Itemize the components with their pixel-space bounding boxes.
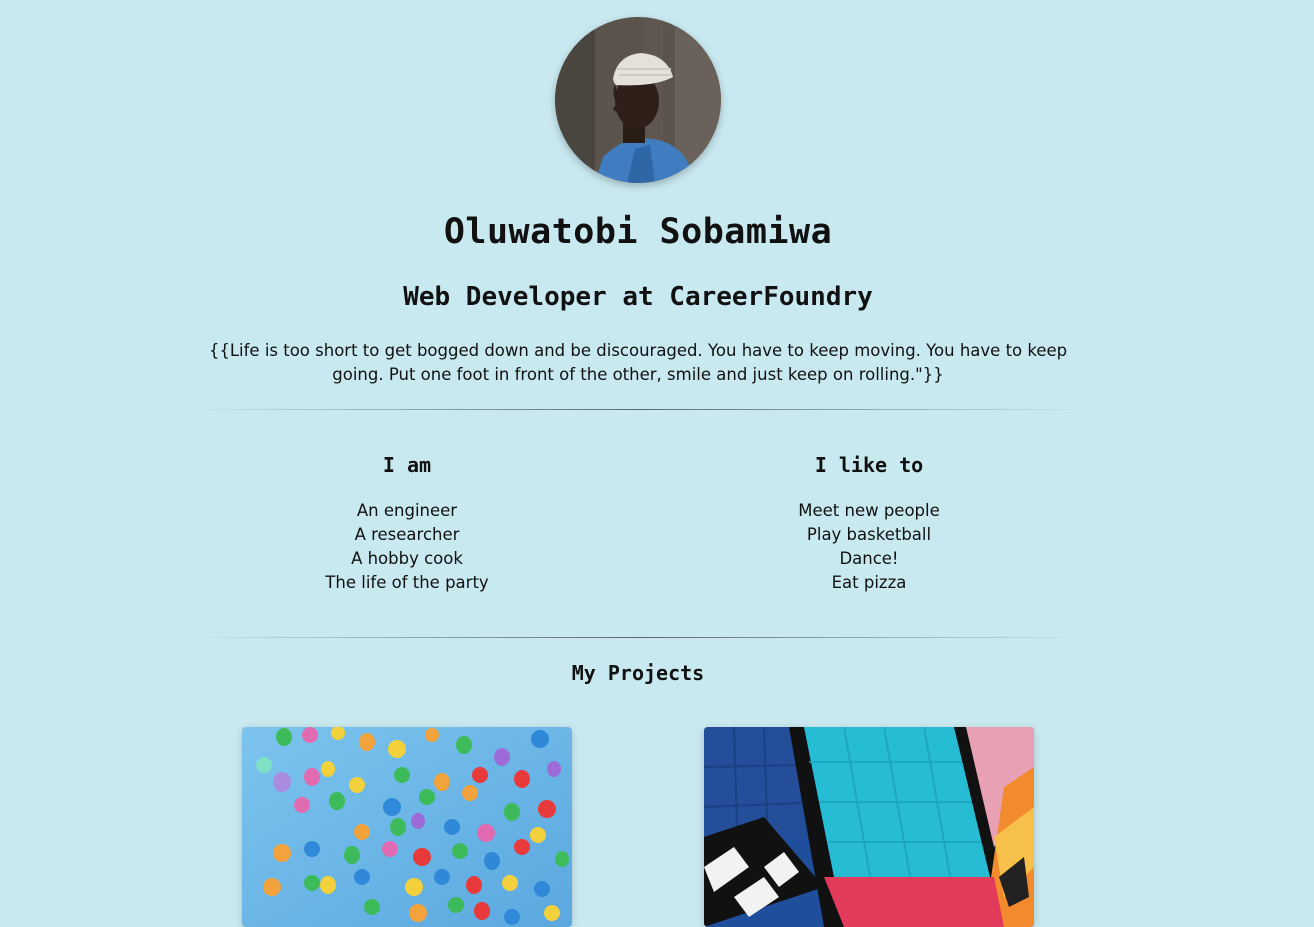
divider-top (184, 409, 1092, 410)
list-item: A hobby cook (351, 549, 463, 568)
list-item: An engineer (356, 501, 458, 520)
i-like-heading: I like to (814, 453, 924, 477)
list-item: Dance! (839, 549, 899, 568)
project-card-graffiti[interactable] (704, 727, 1034, 927)
profile-avatar (555, 17, 721, 183)
list-item: The life of the party (325, 573, 489, 592)
profile-name: Oluwatobi Sobamiwa (443, 212, 833, 252)
i-am-heading: I am (382, 453, 432, 477)
balloons-image (242, 727, 572, 927)
list-item: A researcher (354, 525, 460, 544)
i-like-section: I like to Meet new people Play basketbal… (669, 453, 1069, 595)
divider-bottom (184, 637, 1092, 638)
i-like-list: Meet new people Play basketball Dance! E… (669, 499, 1069, 595)
list-item: Play basketball (806, 525, 932, 544)
portfolio-page: Oluwatobi Sobamiwa Web Developer at Care… (0, 0, 1314, 927)
graffiti-image (704, 727, 1034, 927)
profile-quote: {{Life is too short to get bogged down a… (208, 341, 1068, 384)
projects-title: My Projects (571, 661, 705, 685)
list-item: Meet new people (798, 501, 940, 520)
profile-role: Web Developer at CareerFoundry (403, 282, 873, 312)
list-item: Eat pizza (831, 573, 907, 592)
i-am-section: I am An engineer A researcher A hobby co… (207, 453, 607, 595)
i-am-list: An engineer A researcher A hobby cook Th… (207, 499, 607, 595)
project-card-balloons[interactable] (242, 727, 572, 927)
